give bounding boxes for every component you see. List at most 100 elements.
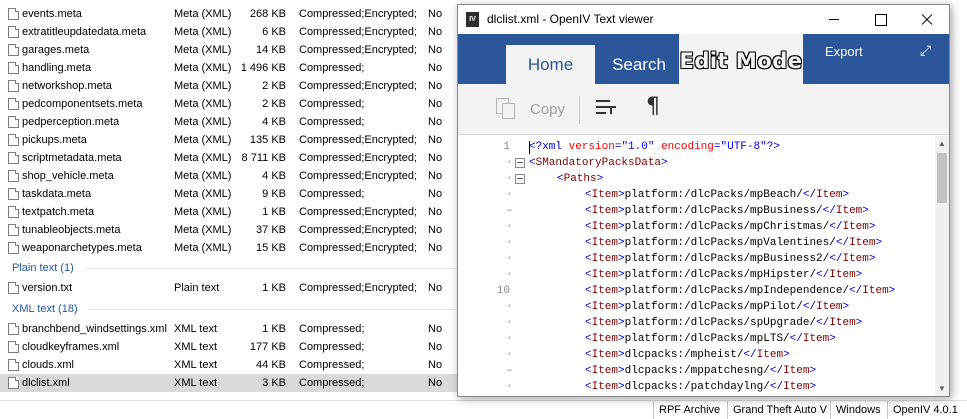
xml-item-element: <Item>dlcpacks:/mpheist/</Item>	[585, 349, 790, 361]
scroll-up-arrow-icon[interactable]: ▲	[938, 139, 946, 148]
file-row[interactable]: tunableobjects.meta Meta (XML) 37 KB Compre…	[0, 221, 470, 239]
file-row[interactable]: pedcomponentsets.meta Meta (XML) 2 KB Compr…	[0, 95, 470, 113]
status-bar: RPF Archive Grand Theft Auto V Windows O…	[0, 400, 967, 419]
code-line[interactable]: · <Item>platform:/dlcPacks/mpLTS/</Item>	[458, 331, 935, 347]
xml-tag-name: Paths	[563, 173, 597, 185]
xml-punct: ?>	[766, 141, 780, 153]
show-whitespace-icon[interactable]: ¶	[646, 94, 660, 119]
code-line[interactable]: · <Item>dlcpacks:/patchdaylng/</Item>	[458, 379, 935, 395]
xml-tag-name: Item	[591, 285, 619, 297]
code-line[interactable]: · <SMandatoryPacksData>	[458, 155, 935, 171]
xml-tag-name: Item	[842, 253, 869, 265]
title-bar[interactable]: IV dlclist.xml - OpenIV Text viewer	[458, 5, 949, 34]
gutter-marker: ·	[506, 237, 513, 249]
copy-icon[interactable]	[496, 98, 516, 120]
file-name: networkshop.meta	[22, 80, 112, 92]
xml-item-text: platform:/dlcPacks/mpChristmas/	[624, 221, 830, 233]
file-row[interactable]: taskdata.meta Meta (XML) 9 KB Compressed; No	[0, 185, 470, 203]
xml-tag-name: Item	[591, 221, 619, 233]
status-platform: Windows	[830, 401, 886, 419]
file-row[interactable]: pickups.meta Meta (XML) 135 KB Compressed;E…	[0, 131, 470, 149]
file-row[interactable]: version.txt Plain text 1 KB Compressed;Encr…	[0, 279, 470, 297]
code-line[interactable]: – <Item>dlcpacks:/mppatchesng/</Item>	[458, 363, 935, 379]
code-line[interactable]: · <Item>platform:/dlcPacks/mpPilot/</Item…	[458, 299, 935, 315]
toolbar-divider	[579, 96, 580, 124]
tab-home[interactable]: Home	[506, 45, 595, 84]
code-line[interactable]: · <Item>dlcpacks:/mpheist/</Item>	[458, 347, 935, 363]
scroll-thumb[interactable]	[937, 153, 947, 203]
file-row[interactable]: textpatch.meta Meta (XML) 1 KB Compressed;E…	[0, 203, 470, 221]
file-encrypted: No	[428, 359, 443, 371]
file-row[interactable]: dlclist.xml XML text 3 KB Compressed; No	[0, 374, 470, 392]
text-viewer-window: IV dlclist.xml - OpenIV Text viewer Home…	[457, 4, 950, 397]
file-row[interactable]: events.meta Meta (XML) 268 KB Compressed;En…	[0, 5, 470, 23]
file-row[interactable]: clouds.xml XML text 44 KB Compressed; No	[0, 356, 470, 374]
code-line[interactable]: 10 <Item>platform:/dlcPacks/mpIndependenc…	[458, 283, 935, 299]
close-button[interactable]	[903, 5, 949, 34]
xml-item-text: platform:/dlcPacks/mpIndependence/	[624, 285, 850, 297]
file-row[interactable]: scriptmetadata.meta Meta (XML) 8 711 KB Com…	[0, 149, 470, 167]
word-wrap-icon[interactable]	[596, 97, 618, 119]
file-encrypted: No	[428, 206, 443, 218]
file-row[interactable]: networkshop.meta Meta (XML) 2 KB Compressed…	[0, 77, 470, 95]
file-row[interactable]: cloudkeyframes.xml XML text 177 KB Compress…	[0, 338, 470, 356]
tab-search[interactable]: Search	[595, 45, 683, 84]
fold-toggle-icon[interactable]	[515, 174, 525, 184]
file-type: XML text	[174, 341, 217, 353]
file-row[interactable]: handling.meta Meta (XML) 1 496 KB Compresse…	[0, 59, 470, 77]
expand-icon[interactable]: ⤢	[920, 42, 931, 59]
xml-tag-name: Item	[829, 269, 856, 281]
code-line[interactable]: · <Paths>	[458, 171, 935, 187]
code-line[interactable]: 1 <?xml version="1.0" encoding="UTF-8"?>	[458, 139, 935, 155]
group-header[interactable]: Plain text (1)	[0, 258, 470, 278]
file-icon	[8, 8, 19, 20]
xml-item-element: <Item>platform:/dlcPacks/mpBusiness2/</I…	[585, 253, 876, 265]
file-size: 135 KB	[249, 134, 286, 146]
window-title: dlclist.xml - OpenIV Text viewer	[487, 12, 654, 26]
code-line[interactable]: · <Item>platform:/dlcPacks/mpHipster/</It…	[458, 267, 935, 283]
maximize-button[interactable]	[857, 5, 903, 34]
file-row[interactable]: pedperception.meta Meta (XML) 4 KB Compress…	[0, 113, 470, 131]
minimize-button[interactable]	[811, 5, 857, 34]
file-icon	[8, 62, 19, 74]
copy-button[interactable]: Copy	[530, 101, 565, 118]
file-type: Meta (XML)	[174, 26, 232, 38]
file-encrypted: No	[428, 8, 443, 20]
export-button[interactable]: Export	[825, 44, 863, 59]
file-size: 3 KB	[262, 377, 286, 389]
xml-element: <Paths>	[557, 173, 604, 185]
file-size: 4 KB	[262, 116, 286, 128]
group-header[interactable]: XML text (18)	[0, 299, 470, 319]
tab-edit-mode[interactable]: Edit Mode	[679, 34, 803, 84]
file-row[interactable]: branchbend_windsettings.xml XML text 1 KB C…	[0, 320, 470, 338]
file-icon	[8, 116, 19, 128]
gutter-marker: ·	[506, 301, 513, 313]
file-size: 1 KB	[262, 206, 286, 218]
xml-tag-name: SMandatoryPacksData	[535, 157, 662, 169]
xml-item-element: <Item>dlcpacks:/patchdaylng/</Item>	[585, 381, 817, 393]
code-line[interactable]: – <Item>platform:/dlcPacks/mpBusiness/</I…	[458, 203, 935, 219]
code-line[interactable]: · <Item>platform:/dlcPacks/spUpgrade/</It…	[458, 315, 935, 331]
file-row[interactable]: garages.meta Meta (XML) 14 KB Compressed;En…	[0, 41, 470, 59]
file-attributes: Compressed;Encrypted;	[299, 152, 417, 164]
code-editor[interactable]: 1 <?xml version="1.0" encoding="UTF-8"?> ·…	[458, 136, 949, 396]
file-attributes: Compressed;	[299, 98, 365, 110]
vertical-scrollbar[interactable]: ▲ ▼	[935, 136, 949, 396]
code-line[interactable]: · <Item>platform:/dlcPacks/mpBeach/</Item…	[458, 187, 935, 203]
file-size: 1 KB	[262, 282, 286, 294]
code-line[interactable]: · <Item>platform:/dlcPacks/mpValentines/<…	[458, 235, 935, 251]
gutter-marker: ·	[506, 221, 513, 233]
code-line[interactable]: · <Item>platform:/dlcPacks/mpChristmas/</…	[458, 219, 935, 235]
scroll-down-arrow-icon[interactable]: ▼	[938, 384, 946, 393]
file-row[interactable]: extratitleupdatedata.meta Meta (XML) 6 KB C…	[0, 23, 470, 41]
file-attributes: Compressed;	[299, 377, 365, 389]
xml-tag-name: Item	[591, 253, 619, 265]
xml-item-element: <Item>platform:/dlcPacks/mpValentines/</…	[585, 237, 883, 249]
file-type: XML text	[174, 323, 217, 335]
line-number: 10	[496, 285, 510, 297]
file-row[interactable]: shop_vehicle.meta Meta (XML) 4 KB Compresse…	[0, 167, 470, 185]
fold-toggle-icon[interactable]	[515, 158, 525, 168]
xml-declaration: <?xml version="1.0" encoding="UTF-8"?>	[529, 139, 780, 155]
file-row[interactable]: weaponarchetypes.meta Meta (XML) 15 KB Comp…	[0, 239, 470, 257]
code-line[interactable]: · <Item>platform:/dlcPacks/mpBusiness2/</…	[458, 251, 935, 267]
